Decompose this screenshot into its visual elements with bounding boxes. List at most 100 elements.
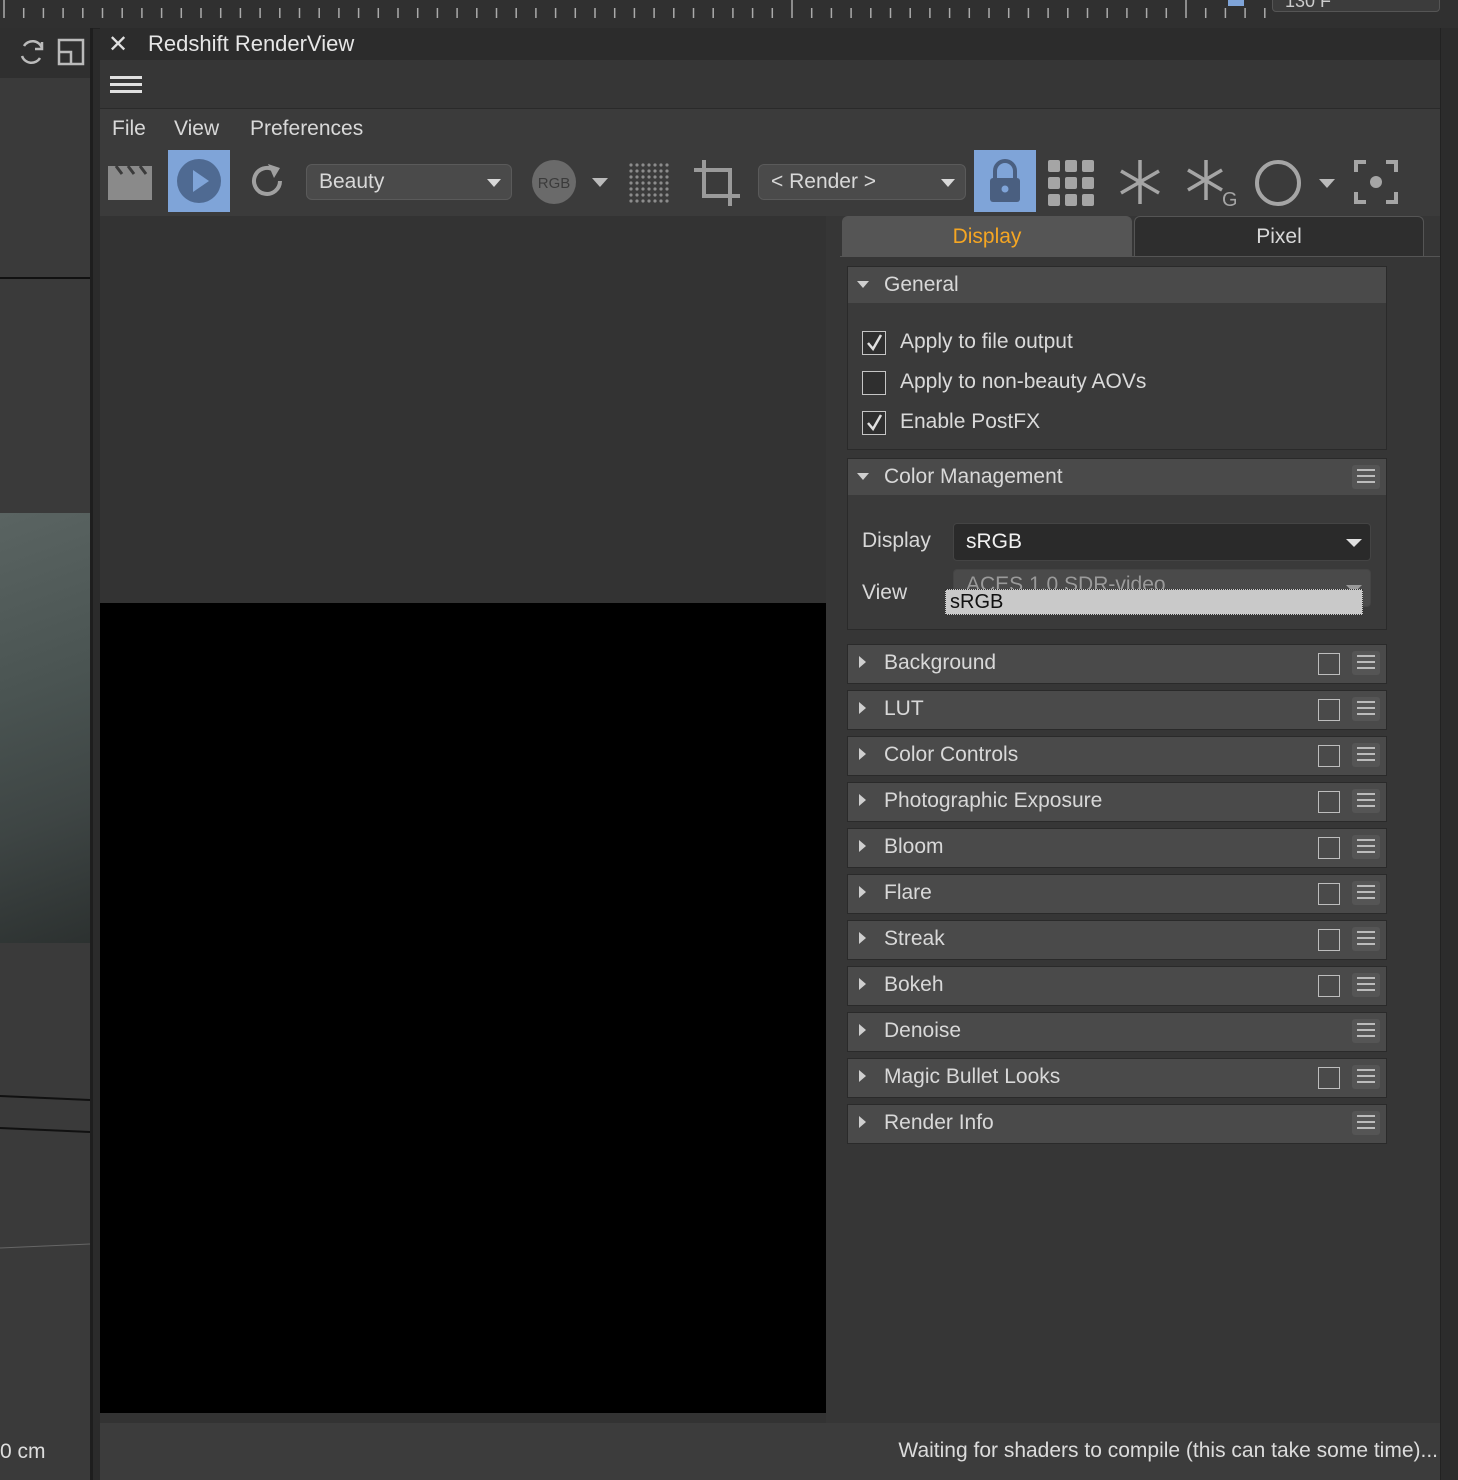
hamburger-menu-icon[interactable] <box>110 72 142 98</box>
section-menu-icon[interactable] <box>1352 1065 1380 1089</box>
section-color-management-header[interactable]: Color Management <box>848 459 1386 495</box>
section-color-controls: Color Controls <box>847 736 1387 776</box>
status-message: Waiting for shaders to compile (this can… <box>898 1439 1438 1462</box>
section-menu-icon[interactable] <box>1352 1019 1380 1043</box>
channel-dropdown-chevron-icon[interactable] <box>586 170 614 194</box>
section-title: LUT <box>884 697 924 720</box>
aov-selector[interactable]: Beauty <box>306 164 512 200</box>
circle-dropdown-chevron-icon[interactable] <box>1314 172 1340 194</box>
section-menu-icon[interactable] <box>1352 465 1380 489</box>
ruler-ticks <box>3 0 1266 18</box>
section-bloom: Bloom <box>847 828 1387 868</box>
section-menu-icon[interactable] <box>1352 789 1380 813</box>
section-header[interactable]: LUT <box>848 691 1386 729</box>
frame-field[interactable]: 130 F <box>1272 0 1440 12</box>
section-title: Photographic Exposure <box>884 789 1103 812</box>
option-label: Apply to file output <box>900 330 1073 353</box>
section-title: Flare <box>884 881 932 904</box>
section-menu-icon[interactable] <box>1352 697 1380 721</box>
section-menu-icon[interactable] <box>1352 651 1380 675</box>
play-icon <box>177 159 221 203</box>
snapshot-selector[interactable]: < Render > <box>758 164 966 200</box>
section-header[interactable]: Photographic Exposure <box>848 783 1386 821</box>
menu-preferences[interactable]: Preferences <box>250 117 363 141</box>
section-enable-checkbox[interactable] <box>1318 699 1340 721</box>
aov-selector-value: Beauty <box>319 170 385 193</box>
section-menu-icon[interactable] <box>1352 1111 1380 1135</box>
expand-triangle-icon <box>859 656 866 668</box>
section-menu-icon[interactable] <box>1352 927 1380 951</box>
section-header[interactable]: Bloom <box>848 829 1386 867</box>
section-header[interactable]: Streak <box>848 921 1386 959</box>
section-header[interactable]: Magic Bullet Looks <box>848 1059 1386 1097</box>
status-bar: Waiting for shaders to compile (this can… <box>100 1423 1440 1480</box>
display-dropdown-value: sRGB <box>966 530 1023 553</box>
section-header[interactable]: Bokeh <box>848 967 1386 1005</box>
clapper-icon[interactable] <box>106 162 154 202</box>
start-render-button[interactable] <box>168 150 230 212</box>
close-button[interactable]: ✕ <box>108 30 128 59</box>
tab-divider <box>840 256 1440 257</box>
snowflake-icon[interactable] <box>1114 156 1166 208</box>
toolbar: Beauty RGB < Render > G <box>100 148 1440 216</box>
rgb-channel-label: RGB <box>538 175 571 192</box>
window-title: Redshift RenderView <box>148 31 355 56</box>
title-bar: ✕ Redshift RenderView <box>100 28 1440 60</box>
section-general-header[interactable]: General <box>848 267 1386 303</box>
section-header[interactable]: Color Controls <box>848 737 1386 775</box>
section-title: Denoise <box>884 1019 962 1042</box>
section-menu-icon[interactable] <box>1352 743 1380 767</box>
section-header[interactable]: Flare <box>848 875 1386 913</box>
menu-view[interactable]: View <box>174 117 219 141</box>
display-dropdown-option[interactable]: sRGB <box>945 589 1363 615</box>
section-menu-icon[interactable] <box>1352 881 1380 905</box>
viewport-panel[interactable]: 0 cm <box>0 28 93 1480</box>
section-denoise: Denoise <box>847 1012 1387 1052</box>
viewport-scene-preview <box>0 513 90 943</box>
section-header[interactable]: Render Info <box>848 1105 1386 1143</box>
rgb-icon[interactable]: RGB <box>530 158 578 206</box>
timeline-ruler[interactable]: 130 F <box>0 0 1458 29</box>
section-render-info: Render Info <box>847 1104 1387 1144</box>
section-enable-checkbox[interactable] <box>1318 929 1340 951</box>
menu-file[interactable]: File <box>112 117 146 141</box>
render-canvas[interactable] <box>100 216 826 1423</box>
section-enable-checkbox[interactable] <box>1318 1067 1340 1089</box>
tab-pixel[interactable]: Pixel <box>1134 216 1424 256</box>
snowflake-g-icon[interactable]: G <box>1182 156 1236 208</box>
svg-text:G: G <box>1222 189 1236 208</box>
crop-icon[interactable] <box>690 156 746 210</box>
section-enable-checkbox[interactable] <box>1318 745 1340 767</box>
expand-triangle-icon <box>859 702 866 714</box>
section-enable-checkbox[interactable] <box>1318 883 1340 905</box>
expand-triangle-icon <box>859 1116 866 1128</box>
section-menu-icon[interactable] <box>1352 835 1380 859</box>
view-label: View <box>862 581 908 604</box>
section-enable-checkbox[interactable] <box>1318 975 1340 997</box>
snapshot-selector-value: < Render > <box>771 170 877 193</box>
section-general: General Apply to file output Apply to no… <box>847 266 1387 450</box>
checkbox-apply-non-beauty-aovs[interactable] <box>862 371 886 395</box>
grid-icon[interactable] <box>1046 158 1096 208</box>
render-image <box>100 603 826 1413</box>
tab-display[interactable]: Display <box>842 216 1132 256</box>
section-streak: Streak <box>847 920 1387 960</box>
lock-button[interactable] <box>974 150 1036 212</box>
refresh-icon[interactable] <box>244 158 290 204</box>
focus-icon[interactable] <box>1350 156 1402 208</box>
section-enable-checkbox[interactable] <box>1318 837 1340 859</box>
section-background: Background <box>847 644 1387 684</box>
section-photographic-exposure: Photographic Exposure <box>847 782 1387 822</box>
display-dropdown[interactable]: sRGB <box>953 523 1371 561</box>
checkbox-apply-file-output[interactable] <box>862 331 886 355</box>
expand-triangle-icon <box>859 1024 866 1036</box>
checkbox-enable-postfx[interactable] <box>862 411 886 435</box>
grid-dots-icon[interactable] <box>626 160 672 206</box>
circle-icon[interactable] <box>1252 158 1304 208</box>
section-title: Bloom <box>884 835 944 858</box>
section-header[interactable]: Background <box>848 645 1386 683</box>
section-menu-icon[interactable] <box>1352 973 1380 997</box>
section-enable-checkbox[interactable] <box>1318 653 1340 675</box>
section-header[interactable]: Denoise <box>848 1013 1386 1051</box>
section-enable-checkbox[interactable] <box>1318 791 1340 813</box>
